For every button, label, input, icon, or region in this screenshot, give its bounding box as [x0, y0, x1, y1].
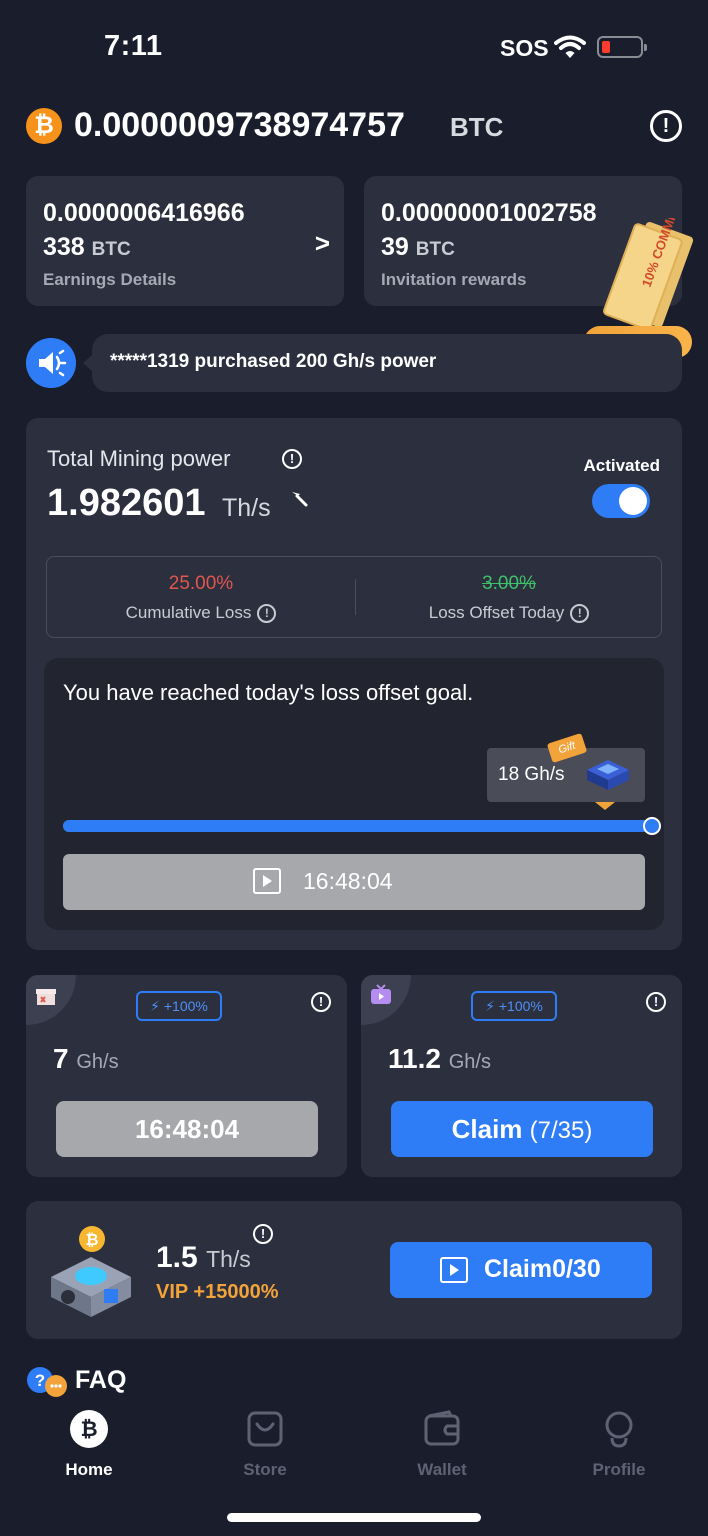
tab-store-label: Store [243, 1460, 287, 1479]
invitation-value: 0.00000001002758 39 BTC [381, 199, 597, 261]
boost-value: 7 Gh/s [53, 1043, 119, 1074]
vip-claim-label: Claim0/30 [484, 1255, 601, 1283]
loss-offset: 3.00% Loss Offset Today! [355, 557, 663, 639]
goal-message: You have reached today's loss offset goa… [63, 680, 474, 705]
gift-box-icon [36, 989, 56, 1005]
cumulative-loss: 25.00% Cumulative Loss! [47, 557, 355, 639]
commission-ticket-icon: 10% COMMISSIO [603, 218, 694, 331]
shopping-bag-icon [247, 1411, 283, 1447]
gift-value: 18 Gh/s [498, 764, 565, 785]
tab-home-label: Home [65, 1460, 113, 1479]
vip-bonus: VIP +15000% [156, 1281, 279, 1303]
tab-profile-label: Profile [592, 1460, 646, 1479]
boost-info-icon[interactable]: ! [311, 992, 331, 1012]
vip-power-card: ₿ 1.5 Th/s ! VIP +15000% Claim0/30 [26, 1201, 682, 1339]
tab-profile[interactable]: Profile [559, 1410, 679, 1480]
loss-offset-info-icon[interactable]: ! [570, 604, 590, 624]
boost-badge: ⚡ +100% [471, 991, 557, 1021]
total-balance: 0.0000009738974757 [74, 106, 405, 144]
progress-knob [643, 817, 661, 835]
bitcoin-icon: ₿ [70, 1410, 108, 1448]
profile-icon [605, 1411, 633, 1448]
earnings-label: Earnings Details [43, 270, 177, 289]
mining-power-value: 1.982601 [47, 482, 206, 524]
video-boost-card: ⚡ +100% ! 11.2 Gh/s Claim (7/35) [361, 975, 682, 1177]
invitation-label: Invitation rewards [381, 270, 527, 289]
play-video-icon [440, 1257, 468, 1283]
info-icon[interactable]: ! [650, 110, 682, 142]
boost-value: 11.2 Gh/s [388, 1043, 491, 1074]
home-indicator[interactable] [227, 1513, 481, 1522]
gift-boost-card: ⚡ +100% ! 7 Gh/s 16:48:04 [26, 975, 347, 1177]
activated-toggle[interactable] [592, 484, 650, 518]
toggle-knob [619, 487, 647, 515]
balance-unit: BTC [450, 112, 504, 142]
pickaxe-icon [292, 492, 308, 507]
svg-text:?: ? [35, 1371, 45, 1390]
tv-icon [371, 984, 391, 1004]
wifi-icon [554, 35, 586, 58]
bitcoin-icon: ₿ [26, 108, 62, 144]
cumulative-loss-value: 25.00% [168, 573, 234, 594]
tab-wallet-label: Wallet [417, 1460, 467, 1479]
watch-video-timer-button[interactable]: 16:48:04 [63, 854, 645, 910]
vip-info-icon[interactable]: ! [253, 1224, 273, 1244]
cumulative-loss-info-icon[interactable]: ! [257, 604, 277, 624]
svg-text:₿: ₿ [85, 1231, 98, 1249]
loss-offset-label: Loss Offset Today [428, 603, 565, 622]
wallet-icon [424, 1410, 460, 1446]
announcement-banner: *****1319 purchased 200 Gh/s power [83, 334, 682, 392]
mining-power-unit: Th/s [222, 494, 271, 522]
gift-tooltip: 18 Gh/s Gift [487, 732, 645, 810]
status-time: 7:11 [104, 30, 163, 62]
tab-home[interactable]: ₿ Home [29, 1410, 149, 1480]
timer-text: 16:48:04 [303, 868, 393, 894]
progress-fill [63, 820, 653, 832]
vip-value: 1.5 Th/s [156, 1241, 251, 1274]
mining-power-label: Total Mining power [47, 446, 231, 471]
gift-tag: Gift [546, 732, 588, 764]
loss-offset-progress [63, 817, 661, 835]
faq-label[interactable]: FAQ [75, 1366, 126, 1395]
boost-info-icon[interactable]: ! [646, 992, 666, 1012]
mining-info-icon[interactable]: ! [282, 449, 302, 469]
loss-summary: 25.00% Cumulative Loss! 3.00% Loss Offse… [46, 556, 662, 638]
battery-icon [597, 36, 647, 58]
tab-wallet[interactable]: Wallet [382, 1410, 502, 1480]
speaker-icon [26, 338, 76, 388]
loss-offset-value: 3.00% [482, 573, 536, 594]
svg-text:₿: ₿ [80, 1418, 97, 1441]
faq-icon[interactable]: ? [26, 1366, 68, 1398]
cumulative-loss-label: Cumulative Loss [125, 603, 252, 622]
announcement-text: *****1319 purchased 200 Gh/s power [110, 351, 437, 372]
mining-power-card: Total Mining power ! 1.982601 Th/s Activ… [26, 418, 682, 950]
boost-timer-button[interactable]: 16:48:04 [56, 1101, 318, 1157]
play-video-icon [253, 868, 281, 894]
activated-label: Activated [583, 456, 660, 475]
mining-rig-icon [587, 760, 629, 790]
earnings-details-card[interactable]: 0.0000006416966 338 BTC Earnings Details… [26, 176, 344, 306]
status-sos: SOS [500, 35, 549, 61]
tab-store[interactable]: Store [205, 1410, 325, 1480]
chevron-right-icon: > [314, 228, 330, 258]
loss-offset-goal-panel: You have reached today's loss offset goa… [44, 658, 664, 930]
boost-badge: ⚡ +100% [136, 991, 222, 1021]
claim-button[interactable]: Claim (7/35) [391, 1101, 653, 1157]
mining-machine-icon: ₿ [51, 1226, 131, 1317]
vip-claim-button[interactable]: Claim0/30 [390, 1242, 652, 1298]
earnings-value: 0.0000006416966 338 BTC [43, 199, 245, 261]
